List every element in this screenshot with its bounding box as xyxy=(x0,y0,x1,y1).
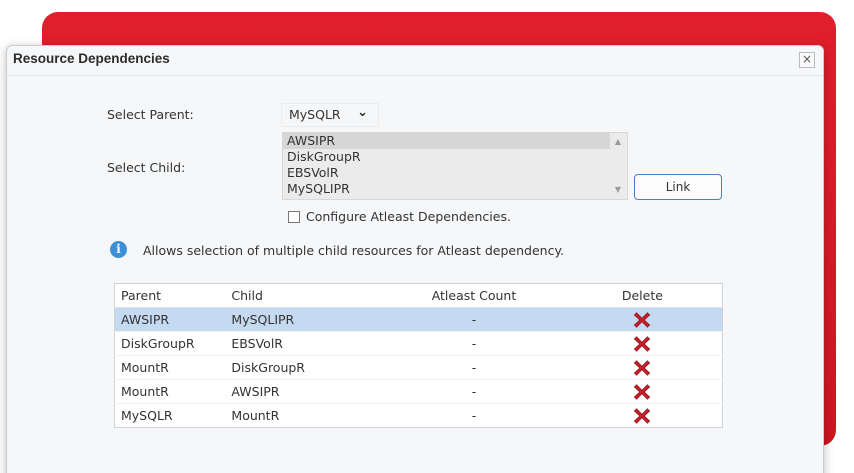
atleast-checkbox-label[interactable]: Configure Atleast Dependencies. xyxy=(306,209,511,224)
scroll-up-icon[interactable]: ▲ xyxy=(612,136,624,148)
cell-parent: DiskGroupR xyxy=(114,331,226,356)
delete-x-icon[interactable] xyxy=(633,311,651,329)
cell-delete xyxy=(562,307,723,332)
select-parent-dropdown[interactable]: MySQLR ⌄ xyxy=(281,103,379,127)
dialog-titlebar: Resource Dependencies × xyxy=(7,46,823,76)
table-row[interactable]: DiskGroupR EBSVolR - xyxy=(114,331,723,356)
child-option[interactable]: EBSVolR xyxy=(283,165,610,181)
cell-atleast-count: - xyxy=(385,355,563,380)
select-child-label: Select Child: xyxy=(107,160,186,175)
resource-dependencies-dialog: Resource Dependencies × Select Parent: M… xyxy=(6,45,824,473)
dialog-title: Resource Dependencies xyxy=(13,51,170,66)
close-icon[interactable]: × xyxy=(799,52,815,68)
header-atleast-count: Atleast Count xyxy=(385,283,563,308)
cell-parent: AWSIPR xyxy=(114,307,226,332)
child-option[interactable]: MySQLIPR xyxy=(283,181,610,197)
cell-child: MountR xyxy=(231,408,280,423)
cell-parent: MountR xyxy=(114,379,226,404)
delete-x-icon[interactable] xyxy=(633,407,651,425)
chevron-down-icon: ⌄ xyxy=(357,105,368,120)
cell-delete xyxy=(562,355,723,380)
table-header-row: Parent Child Atleast Count Delete xyxy=(114,283,723,308)
header-child: Child xyxy=(225,283,386,308)
cell-atleast-count: - xyxy=(471,408,477,423)
table-row[interactable]: MySQLR MountR - xyxy=(115,404,723,428)
select-child-listbox[interactable]: AWSIPR DiskGroupR EBSVolR MySQLIPR ▲ ▼ xyxy=(282,132,628,200)
table-row[interactable]: AWSIPR MySQLIPR - xyxy=(114,307,723,332)
table-body: AWSIPR MySQLIPR - DiskGroupR EBSVolR - MountR D… xyxy=(114,307,723,428)
cell-child: AWSIPR xyxy=(225,379,386,404)
delete-x-icon[interactable] xyxy=(633,359,651,377)
select-parent-label: Select Parent: xyxy=(107,107,194,122)
info-icon: i xyxy=(110,241,127,258)
cell-child: DiskGroupR xyxy=(225,355,386,380)
link-button[interactable]: Link xyxy=(634,174,722,200)
cell-atleast-count: - xyxy=(385,331,563,356)
cell-delete xyxy=(562,331,723,356)
delete-x-icon[interactable] xyxy=(633,335,651,353)
cell-atleast-count: - xyxy=(385,379,563,404)
delete-x-icon[interactable] xyxy=(633,383,651,401)
table-row[interactable]: MountR AWSIPR - xyxy=(114,379,723,404)
atleast-checkbox[interactable] xyxy=(288,211,300,223)
scroll-down-icon[interactable]: ▼ xyxy=(612,184,624,196)
child-options: AWSIPR DiskGroupR EBSVolR MySQLIPR xyxy=(283,133,610,197)
header-delete: Delete xyxy=(562,283,723,308)
child-option[interactable]: AWSIPR xyxy=(283,133,610,149)
cell-child: EBSVolR xyxy=(225,331,386,356)
info-text: Allows selection of multiple child resou… xyxy=(143,243,565,258)
cell-parent: MySQLR xyxy=(121,408,173,423)
table-row[interactable]: MountR DiskGroupR - xyxy=(114,355,723,380)
stage: Resource Dependencies × Select Parent: M… xyxy=(0,0,854,473)
cell-atleast-count: - xyxy=(385,307,563,332)
cell-delete xyxy=(562,379,723,404)
header-parent: Parent xyxy=(114,283,226,308)
cell-child: MySQLIPR xyxy=(225,307,386,332)
child-option[interactable]: DiskGroupR xyxy=(283,149,610,165)
dependencies-table: Parent Child Atleast Count Delete AWSIPR… xyxy=(114,283,723,428)
select-parent-value: MySQLR xyxy=(289,107,341,122)
cell-delete xyxy=(563,404,723,428)
cell-parent: MountR xyxy=(114,355,226,380)
